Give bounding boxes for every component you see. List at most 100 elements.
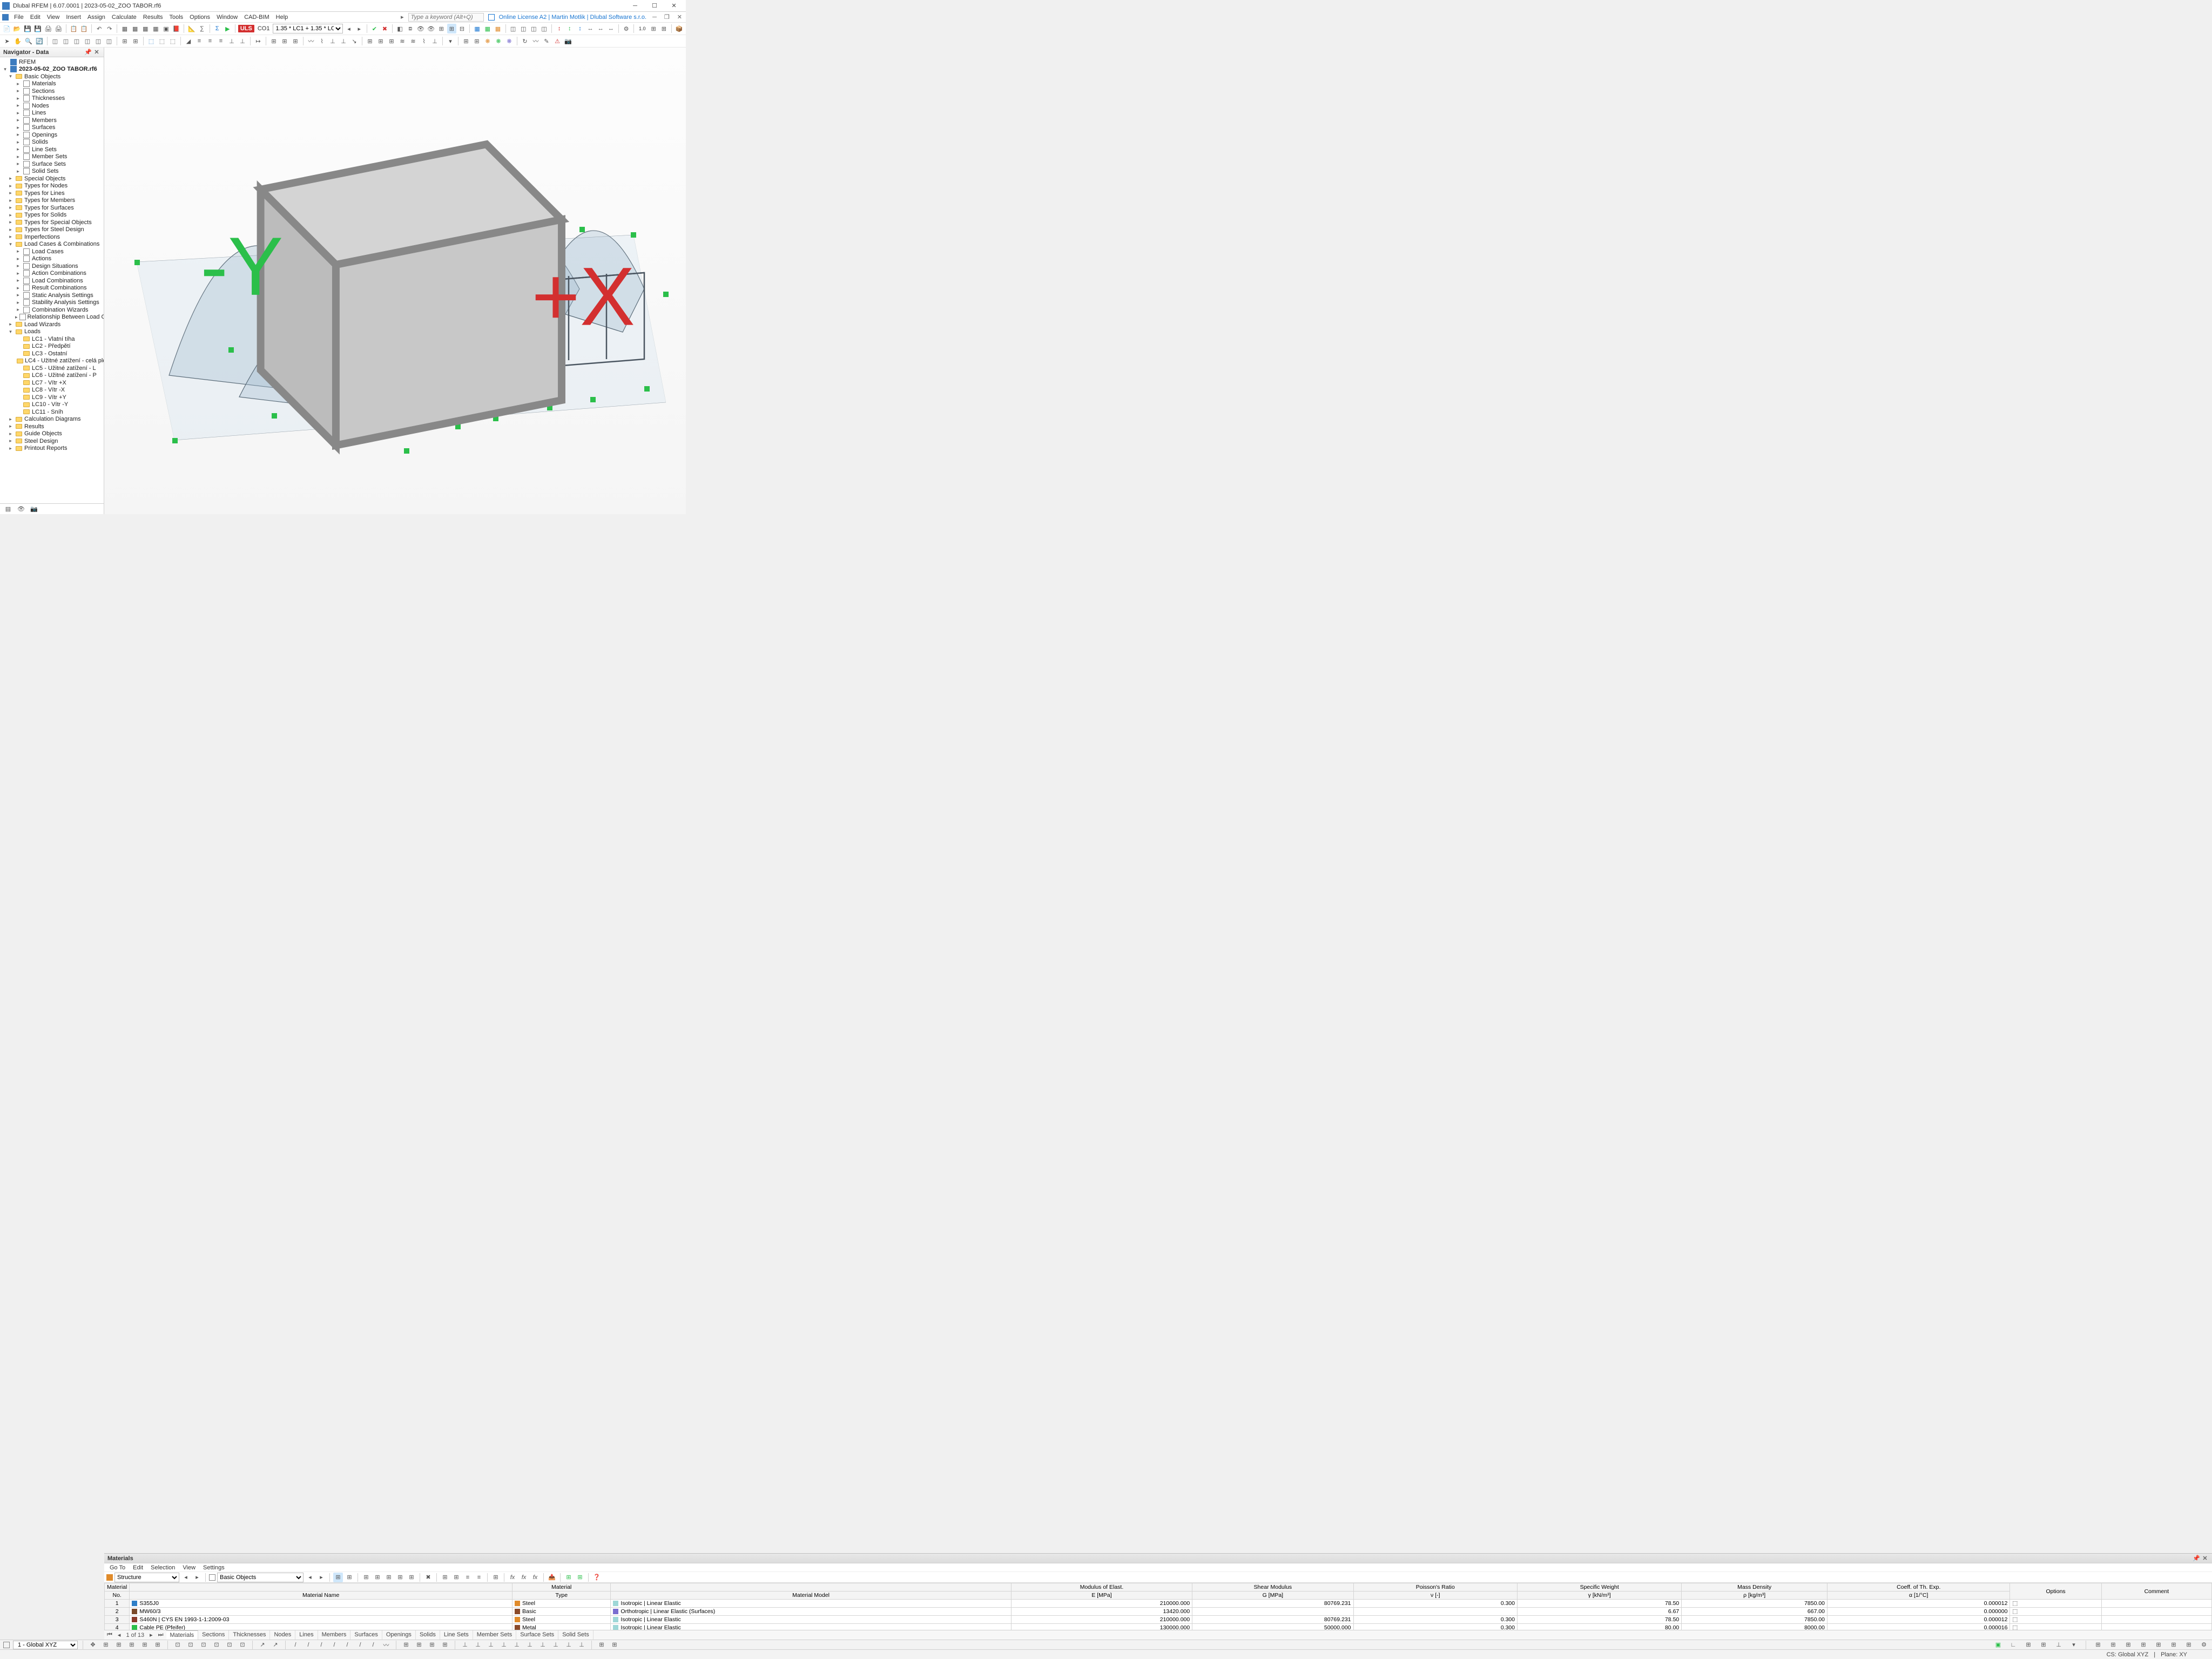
axis-a-icon[interactable]: ↔ xyxy=(586,24,595,33)
menu-edit[interactable]: Edit xyxy=(27,13,44,22)
tree-tail-4[interactable]: ▸Printout Reports xyxy=(0,445,104,453)
k1-icon[interactable]: 〰 xyxy=(306,36,316,46)
menu-file[interactable]: File xyxy=(11,13,27,22)
save-all-icon[interactable]: 💾 xyxy=(33,24,42,33)
sb-r9[interactable]: ⊞ xyxy=(2123,1641,2133,1649)
bp-help-icon[interactable]: ❓ xyxy=(592,1573,602,1582)
k2-icon[interactable]: ⌇ xyxy=(317,36,327,46)
tree-tail-3[interactable]: ▸Steel Design xyxy=(0,437,104,445)
tree-load-5[interactable]: LC6 - Užitné zatížení - P xyxy=(0,372,104,380)
doc-close-button[interactable]: ✕ xyxy=(676,14,684,21)
basic-objects-combo[interactable]: Basic Objects xyxy=(217,1573,304,1582)
menu-tools[interactable]: Tools xyxy=(166,13,186,22)
measure-icon[interactable]: 📐 xyxy=(187,24,196,33)
color1-icon[interactable]: ❋ xyxy=(483,36,493,46)
sb-d2[interactable]: / xyxy=(304,1641,313,1649)
camera-icon[interactable]: 📷 xyxy=(563,36,573,46)
redo-icon[interactable]: ↷ xyxy=(105,24,114,33)
sb-r6[interactable]: ▾ xyxy=(2069,1641,2079,1649)
tree-bo-7[interactable]: ▸Openings xyxy=(0,131,104,139)
bp-export-icon[interactable]: 📤 xyxy=(547,1573,557,1582)
tree-bo-10[interactable]: ▸Member Sets xyxy=(0,153,104,161)
doc-restore-button[interactable]: ❐ xyxy=(663,14,671,21)
tree-bo-0[interactable]: ▸Materials xyxy=(0,80,104,88)
maximize-button[interactable]: ☐ xyxy=(645,0,664,12)
e6-icon[interactable]: ◫ xyxy=(104,36,114,46)
tree-bo-5[interactable]: ▸Members xyxy=(0,117,104,124)
print-icon[interactable]: 🖨 xyxy=(44,24,53,33)
cube4-icon[interactable]: ◫ xyxy=(539,24,549,33)
tab-surface-sets[interactable]: Surface Sets xyxy=(516,1630,558,1640)
h2-icon[interactable]: ≡ xyxy=(194,36,204,46)
sb-r2[interactable]: ∟ xyxy=(2008,1641,2018,1649)
tree-load-7[interactable]: LC8 - Vítr -X xyxy=(0,387,104,394)
sb-a5[interactable]: ⊞ xyxy=(140,1641,150,1649)
tree-bo-8[interactable]: ▸Solids xyxy=(0,139,104,146)
bp-xls2-icon[interactable]: ⊞ xyxy=(575,1573,585,1582)
tree-mid-7[interactable]: ▸Types for Steel Design xyxy=(0,226,104,234)
materials-table[interactable]: Material Material Modulus of Elast. Shea… xyxy=(104,1583,2212,1630)
j3-icon[interactable]: ⊞ xyxy=(291,36,300,46)
h3-icon[interactable]: ≡ xyxy=(205,36,215,46)
sb-c1[interactable]: ↗ xyxy=(258,1641,267,1649)
viewport-3d[interactable]: -Y +X xyxy=(104,48,686,514)
sigma-icon[interactable]: Σ xyxy=(213,24,222,33)
sb-f6[interactable]: ⊥ xyxy=(525,1641,535,1649)
menu-assign[interactable]: Assign xyxy=(84,13,109,22)
tree-mid-0[interactable]: ▸Special Objects xyxy=(0,175,104,183)
tree-load-10[interactable]: LC11 - Sníh xyxy=(0,408,104,416)
bp-u3-icon[interactable]: ≡ xyxy=(463,1573,473,1582)
l4-icon[interactable]: ≋ xyxy=(397,36,407,46)
tab-first-icon[interactable]: ⏮ xyxy=(104,1631,115,1638)
tree-lcc-7[interactable]: ▸Stability Analysis Settings xyxy=(0,299,104,307)
tree-mid-3[interactable]: ▸Types for Members xyxy=(0,197,104,205)
orange-tool-icon[interactable]: ▦ xyxy=(493,24,502,33)
view2-icon[interactable]: 👁 xyxy=(426,24,435,33)
sb-r4[interactable]: ⊞ xyxy=(2039,1641,2048,1649)
g2-icon[interactable]: ⬚ xyxy=(157,36,167,46)
sb-r3[interactable]: ⊞ xyxy=(2024,1641,2033,1649)
close-button[interactable]: ✕ xyxy=(664,0,684,12)
bp-t1-icon[interactable]: ⊞ xyxy=(333,1573,343,1582)
color3-icon[interactable]: ❋ xyxy=(504,36,514,46)
tree-root[interactable]: RFEM xyxy=(0,58,104,66)
menu-view[interactable]: View xyxy=(44,13,63,22)
bp-fx1-icon[interactable]: fx xyxy=(508,1573,517,1582)
sb-r12[interactable]: ⊞ xyxy=(2169,1641,2179,1649)
bp-fx2-icon[interactable]: fx xyxy=(519,1573,529,1582)
tree-loadwiz[interactable]: ▸Load Wizards xyxy=(0,321,104,328)
sb-d4[interactable]: / xyxy=(329,1641,339,1649)
sb-b2[interactable]: ⊡ xyxy=(186,1641,195,1649)
menu-results[interactable]: Results xyxy=(140,13,166,22)
green-tool-icon[interactable]: ▦ xyxy=(483,24,492,33)
o2-icon[interactable]: 〰 xyxy=(531,36,541,46)
book-icon[interactable]: 📕 xyxy=(172,24,181,33)
tree-load-4[interactable]: LC5 - Užitné zatížení - L xyxy=(0,365,104,372)
zoom-icon[interactable]: 🔍 xyxy=(24,36,33,46)
tree-bo-11[interactable]: ▸Surface Sets xyxy=(0,160,104,168)
tree-file[interactable]: ▾2023-05-02_ZOO TABOR.rf6 xyxy=(0,66,104,73)
o3-icon[interactable]: ✎ xyxy=(542,36,551,46)
tree-lcc-1[interactable]: ▸Actions xyxy=(0,255,104,263)
new-icon[interactable]: 📄 xyxy=(2,24,11,33)
sb-e4[interactable]: ⊞ xyxy=(440,1641,450,1649)
bp-next1-icon[interactable]: ▸ xyxy=(192,1573,202,1582)
tree-lcc-4[interactable]: ▸Load Combinations xyxy=(0,277,104,285)
tab-last-icon[interactable]: ⏭ xyxy=(156,1631,166,1638)
next-icon[interactable]: ▸ xyxy=(355,24,364,33)
axis-x-icon[interactable]: ↕ xyxy=(555,24,564,33)
copy-icon[interactable]: 📋 xyxy=(69,24,78,33)
k5-icon[interactable]: ↘ xyxy=(349,36,359,46)
view3-icon[interactable]: ⊞ xyxy=(437,24,446,33)
tab-member-sets[interactable]: Member Sets xyxy=(473,1630,516,1640)
tree-tail-0[interactable]: ▸Calculation Diagrams xyxy=(0,416,104,423)
sb-f10[interactable]: ⊥ xyxy=(577,1641,586,1649)
tree-lcc-3[interactable]: ▸Action Combinations xyxy=(0,270,104,278)
view1-icon[interactable]: 👁 xyxy=(416,24,425,33)
sb-a4[interactable]: ⊞ xyxy=(127,1641,137,1649)
l1-icon[interactable]: ⊞ xyxy=(365,36,375,46)
l2-icon[interactable]: ⊞ xyxy=(376,36,386,46)
sb-a1[interactable]: ✥ xyxy=(88,1641,98,1649)
sb-f7[interactable]: ⊥ xyxy=(538,1641,548,1649)
co-formula-combo[interactable]: 1.35 * LC1 + 1.35 * LC3 + LC2 xyxy=(273,24,343,33)
